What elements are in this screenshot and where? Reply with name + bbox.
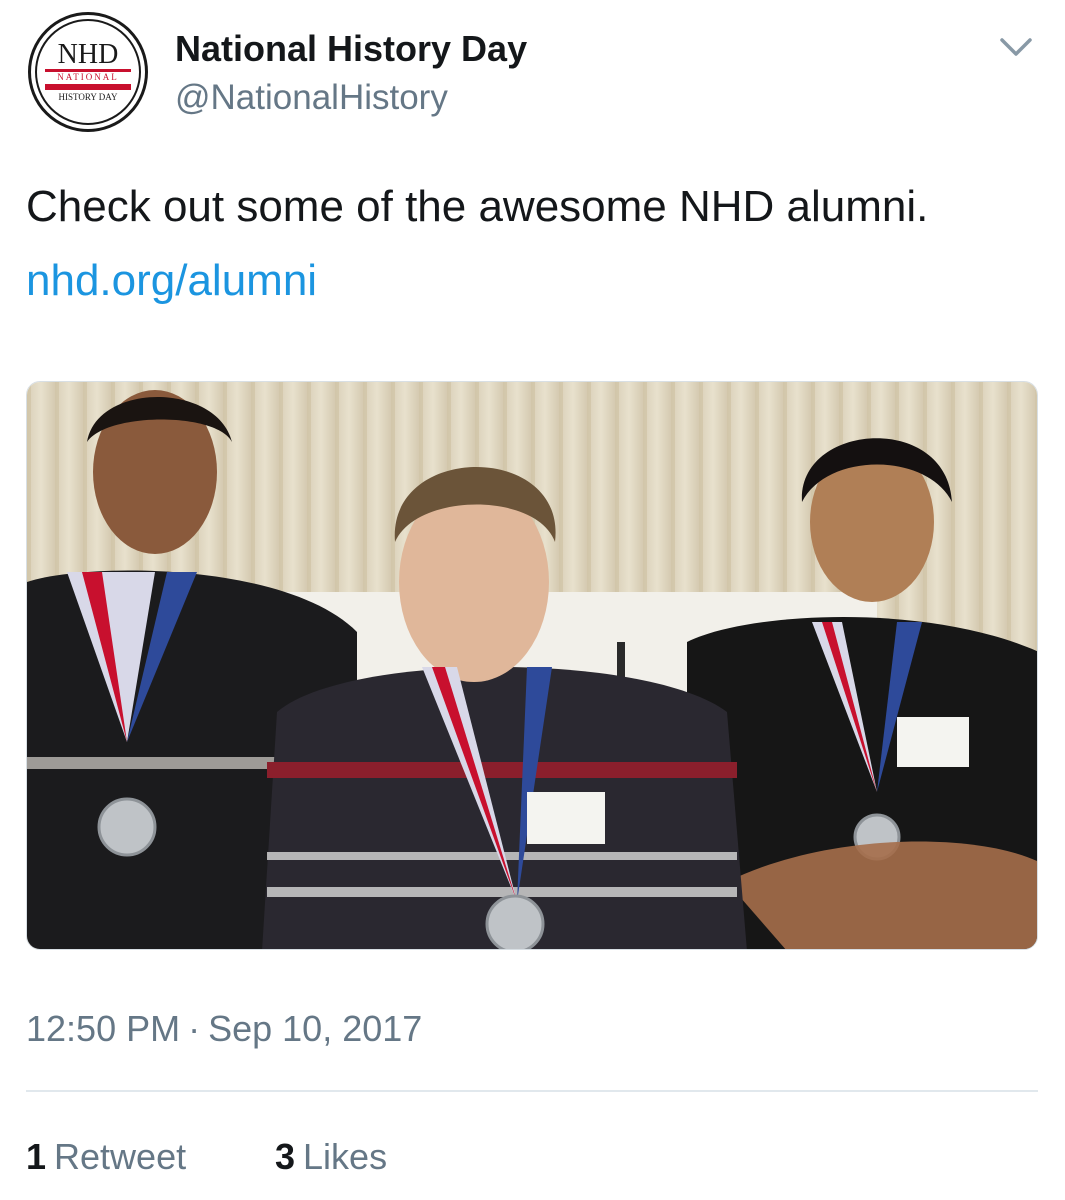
logo-subtext-national: NATIONAL — [57, 72, 119, 82]
account-handle[interactable]: @NationalHistory — [175, 78, 448, 118]
timestamp-separator: · — [188, 1008, 201, 1049]
likes-count: 3 — [275, 1136, 296, 1177]
avatar[interactable]: NHD NATIONAL HISTORY DAY — [28, 12, 148, 132]
alumni-photo-illustration — [27, 382, 1037, 949]
logo-text: NHD — [58, 39, 119, 70]
likes-label: Likes — [303, 1136, 388, 1177]
tweet-text: Check out some of the awesome NHD alumni… — [26, 182, 929, 231]
likes-stat[interactable]: 3 Likes — [275, 1136, 387, 1178]
retweets-stat[interactable]: 1 Retweet — [26, 1136, 186, 1178]
chevron-down-icon[interactable] — [992, 30, 1040, 66]
retweets-count: 1 — [26, 1136, 47, 1177]
display-name[interactable]: National History Day — [175, 28, 527, 70]
divider — [26, 1090, 1038, 1092]
tweet-photo[interactable] — [26, 381, 1038, 950]
nhd-logo: NHD NATIONAL HISTORY DAY — [35, 19, 141, 125]
tweet-link[interactable]: nhd.org/alumni — [26, 256, 317, 306]
retweets-label: Retweet — [54, 1136, 187, 1177]
tweet-date: Sep 10, 2017 — [208, 1008, 423, 1049]
logo-subtext-history-day: HISTORY DAY — [59, 92, 118, 102]
tweet-timestamp[interactable]: 12:50 PM · Sep 10, 2017 — [26, 1008, 422, 1050]
tweet-time: 12:50 PM — [26, 1008, 181, 1049]
